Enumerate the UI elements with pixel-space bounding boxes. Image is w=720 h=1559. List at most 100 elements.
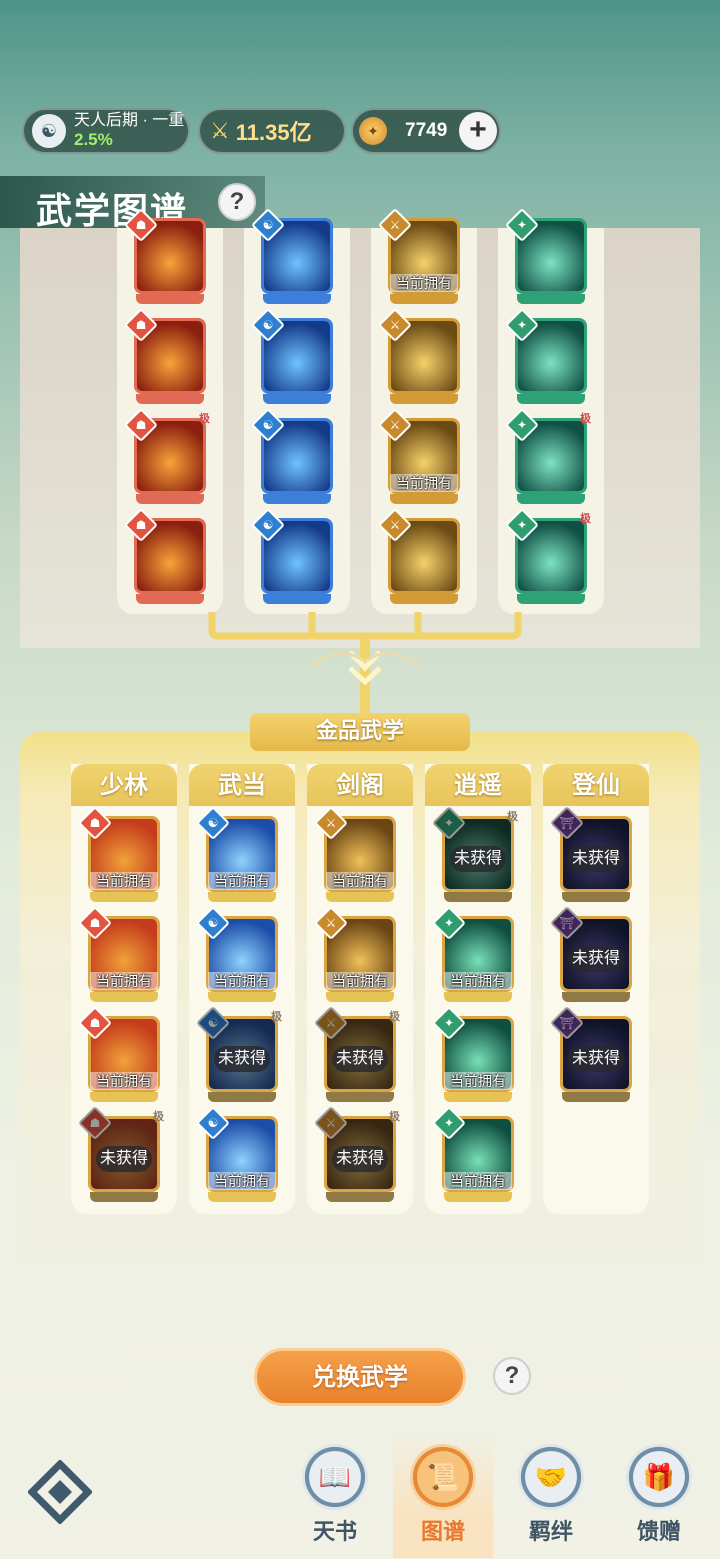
gold-skill-card[interactable]: ⚔ 极未获得	[314, 1106, 400, 1202]
skill-card-base	[208, 1192, 276, 1202]
owned-label: 当前拥有	[444, 972, 512, 990]
skill-card[interactable]: ⚔ 当前拥有	[378, 408, 460, 504]
skill-card[interactable]: ☗	[124, 508, 206, 604]
owned-label: 当前拥有	[90, 872, 158, 890]
skill-card[interactable]: ⚔	[378, 308, 460, 404]
gold-skill-card[interactable]: ☯ 当前拥有	[196, 1106, 278, 1202]
game-logo-icon[interactable]	[28, 1460, 92, 1524]
gold-skill-card[interactable]: ☗ 极未获得	[78, 1106, 164, 1202]
skill-card-base	[263, 494, 331, 504]
skill-card[interactable]: ✦ 极	[505, 408, 591, 504]
skill-card[interactable]: ✦	[505, 308, 587, 404]
skill-card-base	[90, 892, 158, 902]
gold-skill-card[interactable]: ⚔ 极未获得	[314, 1006, 400, 1102]
gold-skill-card[interactable]: ☯ 当前拥有	[196, 806, 278, 902]
owned-label: 当前拥有	[390, 274, 458, 292]
skill-card-base	[136, 594, 204, 604]
skill-card[interactable]: ⚔	[378, 508, 460, 604]
owned-label: 当前拥有	[326, 972, 394, 990]
skill-card[interactable]: ☯	[251, 308, 333, 404]
school-column-5: 登仙 ⛩ 未获得 ⛩ 未获得 ⛩ 未获得	[543, 764, 649, 1214]
school-column-2: 武当 ☯ 当前拥有 ☯ 当前拥有 ☯ 极未获得 ☯ 当前拥有	[189, 764, 295, 1214]
gold-skill-card[interactable]: ☗ 当前拥有	[78, 806, 160, 902]
gold-skill-card[interactable]: ⚔ 当前拥有	[314, 906, 396, 1002]
skill-tree-panel: ☗ ☗ ☗ 极 ☗ ☯ ☯ ☯ ☯ ⚔ 当前拥有 ⚔ ⚔ 当前拥有 ⚔ ✦ ✦ ✦ 极 ✦ 极	[20, 208, 700, 648]
add-currency-button[interactable]: +	[459, 112, 497, 150]
tab-icon-ring: 🤝	[518, 1444, 584, 1510]
skill-card-base	[326, 992, 394, 1002]
gold-skill-card[interactable]: ✦ 当前拥有	[432, 1106, 514, 1202]
tier-mark: 极	[389, 1011, 400, 1023]
owned-label: 当前拥有	[444, 1072, 512, 1090]
skill-card[interactable]: ☗	[124, 208, 206, 304]
bottom-nav: 📖 天书 📜 图谱 🤝 羁绊 🎁 馈赠	[0, 1430, 720, 1559]
skill-card-base	[326, 1092, 394, 1102]
skill-card-base	[390, 394, 458, 404]
skill-card-base	[517, 294, 585, 304]
skill-card-base	[208, 892, 276, 902]
tab-2[interactable]: 📜 图谱	[393, 1430, 493, 1558]
skill-card[interactable]: ☯	[251, 408, 333, 504]
gold-skill-card[interactable]: ✦ 极未获得	[432, 806, 518, 902]
skill-card-base	[263, 594, 331, 604]
owned-label: 当前拥有	[208, 972, 276, 990]
help-button[interactable]: ?	[218, 183, 256, 221]
combat-power: ⚔ 11.35亿	[198, 108, 346, 154]
realm-progress: 2.5%	[74, 130, 113, 149]
gold-skill-card[interactable]: ☯ 极未获得	[196, 1006, 282, 1102]
skill-card[interactable]: ⚔ 当前拥有	[378, 208, 460, 304]
realm-name: 天人后期 · 一重	[74, 112, 185, 129]
skill-card[interactable]: ☗ 极	[124, 408, 210, 504]
gold-skill-card[interactable]: ⛩ 未获得	[550, 1006, 632, 1102]
avatar-icon: ☯	[32, 114, 66, 148]
tier-mark: 极	[580, 513, 591, 525]
tier-mark: 极	[199, 413, 210, 425]
exchange-help-button[interactable]: ?	[493, 1357, 531, 1395]
tree-connector	[208, 612, 522, 716]
skill-card[interactable]: ✦	[505, 208, 587, 304]
school-name: 逍遥	[425, 764, 531, 806]
handshake-icon: 🤝	[534, 1461, 568, 1492]
skill-card[interactable]: ☯	[251, 508, 333, 604]
tab-icon-ring: 📖	[302, 1444, 368, 1510]
gold-skill-card[interactable]: ☗ 当前拥有	[78, 906, 160, 1002]
tab-3[interactable]: 🤝 羁绊	[506, 1438, 596, 1548]
gold-skill-card[interactable]: ✦ 当前拥有	[432, 1006, 514, 1102]
not-obtained-label: 未获得	[568, 946, 624, 972]
map-icon: 📜	[426, 1461, 460, 1492]
skill-card-base	[326, 1192, 394, 1202]
skill-card-base	[390, 294, 458, 304]
gold-skill-card[interactable]: ⚔ 当前拥有	[314, 806, 396, 902]
skill-card[interactable]: ☗	[124, 308, 206, 404]
skill-card-base	[517, 494, 585, 504]
school-name: 剑阁	[307, 764, 413, 806]
skill-card[interactable]: ☯	[251, 208, 333, 304]
not-obtained-label: 未获得	[214, 1046, 270, 1072]
skill-card-base	[326, 892, 394, 902]
gold-skill-card[interactable]: ⛩ 未获得	[550, 906, 632, 1002]
tab-4[interactable]: 🎁 馈赠	[614, 1438, 704, 1548]
skill-card-base	[444, 1092, 512, 1102]
school-name: 少林	[71, 764, 177, 806]
tier-mark: 极	[271, 1011, 282, 1023]
skill-card-base	[90, 1192, 158, 1202]
gold-skill-card[interactable]: ✦ 当前拥有	[432, 906, 514, 1002]
skill-card-base	[136, 494, 204, 504]
currency-amount: 7749	[405, 120, 448, 141]
tab-icon-ring: 🎁	[626, 1444, 692, 1510]
tier-mark: 极	[153, 1111, 164, 1123]
skill-card-base	[390, 494, 458, 504]
school-column-1: 少林 ☗ 当前拥有 ☗ 当前拥有 ☗ 当前拥有 ☗ 极未获得	[71, 764, 177, 1214]
skill-column: ✦ ✦ ✦ 极 ✦ 极	[498, 208, 604, 614]
tab-1[interactable]: 📖 天书	[290, 1438, 380, 1548]
gold-skill-card[interactable]: ⛩ 未获得	[550, 806, 632, 902]
owned-label: 当前拥有	[326, 872, 394, 890]
gold-skill-card[interactable]: ☯ 当前拥有	[196, 906, 278, 1002]
tab-label: 图谱	[420, 1520, 465, 1545]
skill-column: ☯ ☯ ☯ ☯	[244, 208, 350, 614]
crossed-swords-icon: ⚔	[210, 118, 230, 143]
realm-status[interactable]: ☯ 天人后期 · 一重 2.5%	[22, 108, 190, 154]
exchange-skills-button[interactable]: 兑换武学	[254, 1348, 466, 1406]
skill-card[interactable]: ✦ 极	[505, 508, 591, 604]
gold-skill-card[interactable]: ☗ 当前拥有	[78, 1006, 160, 1102]
